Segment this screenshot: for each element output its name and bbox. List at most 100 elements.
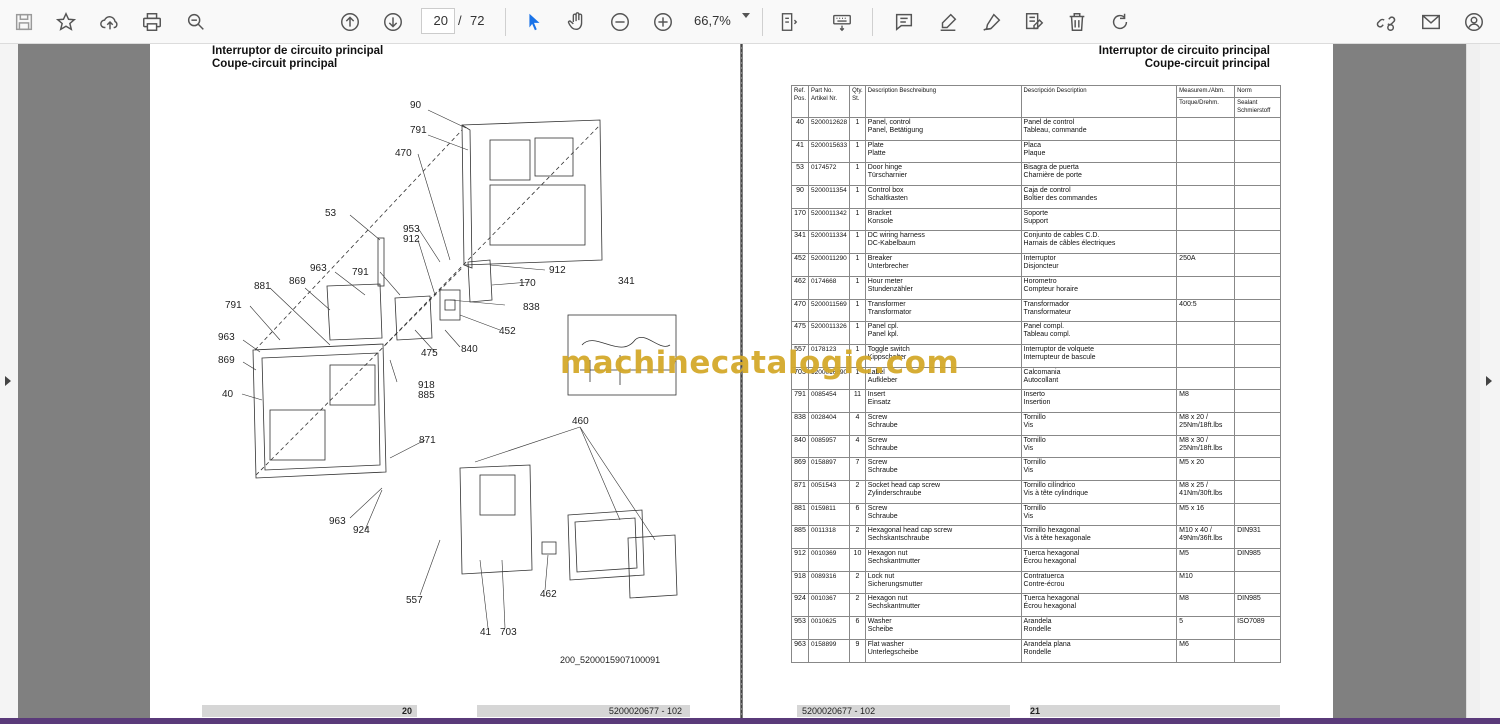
ref-cell: 40 bbox=[790, 117, 810, 141]
measurement-cell: M10 x 40 / 49Nm/36ft.lbs bbox=[1176, 525, 1236, 550]
description-cell: Hexagon nut Sechskantmutter bbox=[864, 593, 1022, 618]
col-measurement: Measurem./Abm. bbox=[1176, 85, 1236, 98]
descripcion-cell-line1: Panel compl. bbox=[1023, 323, 1065, 331]
ref-cell: 452 bbox=[790, 253, 810, 277]
part-no-cell: 5200011569 bbox=[808, 298, 851, 323]
norm-cell bbox=[1234, 253, 1281, 277]
table-row: 90 5200011354 1 Control box Schaltkasten Caja… bbox=[790, 185, 1281, 209]
zoom-level-select[interactable]: 66,7% bbox=[694, 8, 754, 34]
page-down-icon[interactable] bbox=[377, 6, 409, 38]
zoom-in-icon[interactable] bbox=[647, 6, 679, 38]
table-row: 470 5200011569 1 Transformer Transformator Tr… bbox=[790, 298, 1281, 323]
norm-cell bbox=[1234, 389, 1281, 413]
account-icon[interactable] bbox=[1458, 6, 1490, 38]
ref-cell: 885 bbox=[790, 525, 810, 550]
page-fit-icon[interactable] bbox=[772, 6, 804, 38]
measurement-cell bbox=[1176, 139, 1236, 164]
description-cell: Hexagon nut Sechskantmutter bbox=[864, 548, 1022, 572]
highlight-pen-icon[interactable] bbox=[932, 6, 964, 38]
col-norm: Norm bbox=[1234, 85, 1281, 98]
keyboard-icon[interactable] bbox=[826, 6, 858, 38]
norm-cell bbox=[1234, 162, 1281, 187]
description-cell-line2: Konsole bbox=[867, 217, 894, 225]
expand-left-panel-icon[interactable] bbox=[5, 376, 11, 386]
measurement-cell: M8 x 25 / 41Nm/30ft.lbs bbox=[1176, 480, 1236, 504]
norm-cell bbox=[1234, 434, 1281, 459]
page-title-fr: Coupe-circuit principal bbox=[1144, 58, 1270, 70]
callout-470: 470 bbox=[395, 148, 412, 159]
edit-pdf-icon[interactable] bbox=[1018, 6, 1050, 38]
descripcion-cell-line2: Boîtier des commandes bbox=[1023, 195, 1098, 203]
descripcion-cell: Tornillo cilíndrico Vis à tête cylindriqu… bbox=[1020, 480, 1178, 504]
descripcion-cell-line1: Horometro bbox=[1023, 277, 1057, 285]
description-cell-line1: Lock nut bbox=[867, 572, 895, 580]
scrollbar-thumb[interactable] bbox=[1468, 62, 1478, 682]
description-cell-line1: Flat washer bbox=[867, 640, 904, 648]
table-row: 452 5200011290 1 Breaker Unterbrecher Interru… bbox=[790, 253, 1281, 277]
description-cell: Hour meter Stundenzähler bbox=[864, 275, 1022, 300]
draw-icon[interactable] bbox=[976, 6, 1008, 38]
part-no-cell: 5200015633 bbox=[808, 139, 851, 164]
part-no-cell: 5200011354 bbox=[808, 185, 851, 209]
hand-tool-icon[interactable] bbox=[561, 6, 593, 38]
table-row: 170 5200011342 1 Bracket Konsole Soporte Suppo… bbox=[790, 207, 1281, 232]
descripcion-cell-line1: Tornillo bbox=[1023, 504, 1046, 512]
norm-cell: DIN985 bbox=[1234, 593, 1281, 618]
description-cell-line2: Schaltkasten bbox=[867, 195, 908, 203]
descripcion-cell-line1: Tornillo bbox=[1023, 459, 1046, 467]
page-number: 20 bbox=[401, 706, 412, 716]
norm-cell bbox=[1234, 638, 1281, 663]
description-cell-line1: Panel, control bbox=[867, 119, 911, 126]
norm-cell bbox=[1234, 343, 1281, 368]
measurement-cell bbox=[1176, 117, 1236, 141]
expand-right-panel-icon[interactable] bbox=[1486, 376, 1492, 386]
ref-cell: 470 bbox=[790, 298, 810, 323]
delete-icon[interactable] bbox=[1061, 6, 1093, 38]
chevron-down-icon[interactable] bbox=[742, 13, 750, 18]
description-cell-line1: Washer bbox=[867, 618, 892, 626]
cloud-upload-icon[interactable] bbox=[94, 6, 126, 38]
bookmark-star-icon[interactable] bbox=[50, 6, 82, 38]
page-number-bar-left: 20 bbox=[202, 705, 417, 717]
redo-icon[interactable] bbox=[1104, 6, 1136, 38]
callout-341: 341 bbox=[618, 276, 635, 287]
qty-cell: 10 bbox=[849, 548, 866, 572]
description-cell-line1: Screw bbox=[867, 413, 888, 421]
link-settings-icon[interactable] bbox=[1370, 6, 1402, 38]
toolbar-divider bbox=[872, 8, 873, 36]
descripcion-cell-line1: Arandela bbox=[1023, 618, 1052, 626]
table-row: 924 0010367 2 Hexagon nut Sechskantmutter Tue… bbox=[790, 593, 1281, 618]
ref-cell: 475 bbox=[790, 321, 810, 345]
print-icon[interactable] bbox=[136, 6, 168, 38]
comment-icon[interactable] bbox=[888, 6, 920, 38]
page-number-input[interactable]: 20 bbox=[421, 8, 455, 34]
ref-cell: 462 bbox=[790, 275, 810, 300]
part-no-cell: 0158899 bbox=[808, 638, 851, 663]
table-row: 881 0159811 6 Screw Schraube Tornillo Vis M5 x … bbox=[790, 502, 1281, 527]
descripcion-cell-line2: Plaque bbox=[1023, 149, 1046, 157]
description-cell: Washer Scheibe bbox=[864, 616, 1022, 640]
descripcion-cell-line2: Transformateur bbox=[1023, 308, 1072, 316]
callout-869: 869 bbox=[218, 355, 235, 366]
description-cell-line2: Sechskantmutter bbox=[867, 603, 921, 611]
description-cell: Socket head cap screw Zylinderschraube bbox=[864, 480, 1022, 504]
descripcion-cell: Tornillo Vis bbox=[1020, 434, 1178, 459]
norm-cell bbox=[1234, 502, 1281, 527]
qty-cell: 1 bbox=[849, 139, 866, 164]
save-icon[interactable] bbox=[8, 6, 40, 38]
table-row: 341 5200011334 1 DC wiring harness DC-Kabelb… bbox=[790, 230, 1281, 255]
mail-icon[interactable] bbox=[1415, 6, 1447, 38]
ref-cell: 791 bbox=[790, 389, 810, 413]
zoom-out-icon[interactable] bbox=[604, 6, 636, 38]
descripcion-cell-line1: Arandela plana bbox=[1023, 640, 1071, 648]
select-cursor-icon[interactable] bbox=[518, 6, 550, 38]
descripcion-cell-line1: Contratuerca bbox=[1023, 572, 1065, 580]
doc-number-bar-left: 5200020677 - 102 bbox=[477, 705, 690, 717]
page-up-icon[interactable] bbox=[334, 6, 366, 38]
ref-cell: 838 bbox=[790, 411, 810, 436]
part-no-cell: 0010369 bbox=[808, 548, 851, 572]
zoom-search-icon[interactable] bbox=[180, 6, 212, 38]
part-no-cell: 0174572 bbox=[808, 162, 851, 187]
descripcion-cell-line1: Tuerca hexagonal bbox=[1023, 550, 1080, 558]
qty-cell: 9 bbox=[849, 638, 866, 663]
